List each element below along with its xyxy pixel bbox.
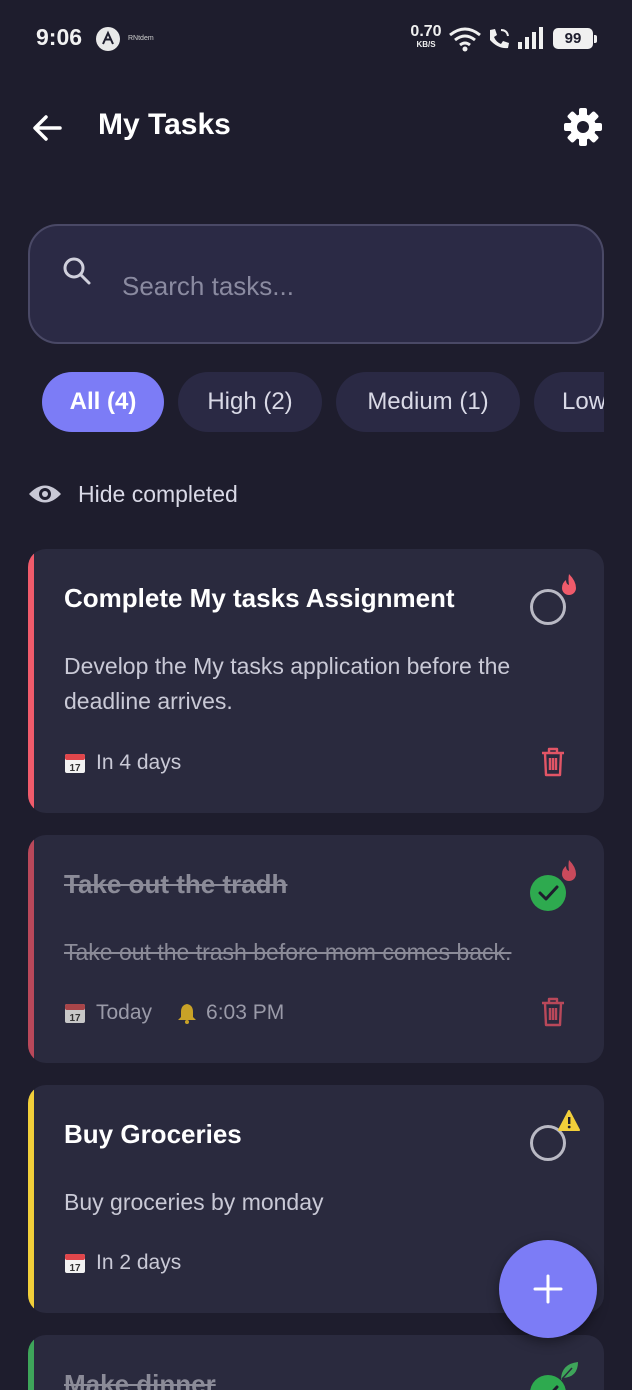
task-description: Take out the trash before mom comes back…	[64, 939, 512, 965]
svg-text:17: 17	[69, 1263, 81, 1274]
task-meta: 17 In 4 days	[64, 751, 181, 775]
network-speed: 0.70 KB/S	[408, 24, 444, 49]
task-due: Today	[96, 1001, 153, 1024]
wifi-icon	[448, 26, 482, 57]
page-title: My Tasks	[98, 108, 231, 141]
hide-completed-toggle[interactable]: Hide completed	[28, 476, 238, 512]
task-meta: 17 In 2 days	[64, 1251, 181, 1275]
svg-text:17: 17	[69, 1013, 81, 1024]
task-due: In 4 days	[96, 751, 182, 774]
network-speed-unit: KB/S	[416, 40, 436, 49]
flame-icon	[562, 574, 576, 595]
filter-chip-high[interactable]: High (2)	[178, 372, 322, 432]
priority-stripe	[28, 1335, 34, 1390]
task-title: Take out the tradh	[64, 869, 288, 899]
delete-button[interactable]	[540, 997, 566, 1027]
task-title: Buy Groceries	[64, 1119, 242, 1149]
task-card[interactable]: Take out the tradh Take out the trash be…	[28, 835, 604, 1063]
search-box[interactable]	[28, 224, 604, 344]
bell-icon	[178, 1004, 197, 1024]
arrow-left-icon	[33, 115, 62, 141]
status-small-text: RNtdem	[128, 35, 154, 42]
priority-stripe	[28, 549, 34, 813]
eye-icon	[29, 485, 61, 503]
task-title: Make dinner	[64, 1369, 216, 1390]
priority-stripe	[28, 1085, 34, 1313]
network-speed-value: 0.70	[410, 23, 442, 40]
warning-icon	[558, 1110, 580, 1131]
app-notification-icon	[96, 27, 120, 51]
filter-chip-all[interactable]: All (4)	[42, 372, 164, 432]
hide-completed-label: Hide completed	[78, 480, 238, 507]
filter-chip-medium[interactable]: Medium (1)	[336, 372, 520, 432]
leaf-icon	[561, 1362, 578, 1380]
back-button[interactable]	[28, 108, 68, 148]
priority-filter-chips: All (4) High (2) Medium (1) Low (1)	[28, 372, 604, 434]
flame-icon	[562, 860, 576, 881]
gear-icon	[564, 108, 602, 146]
add-task-button[interactable]	[499, 1240, 597, 1338]
priority-stripe	[28, 835, 34, 1063]
status-time: 9:06	[36, 24, 83, 50]
task-card[interactable]: Make dinner	[28, 1335, 604, 1390]
battery-icon: 99	[553, 28, 597, 49]
calendar-icon: 17	[65, 1254, 85, 1274]
calendar-icon: 17	[65, 754, 85, 774]
search-input[interactable]	[122, 266, 562, 306]
calendar-icon: 17	[65, 1004, 85, 1024]
task-reminder: 6:03 PM	[206, 1001, 285, 1024]
task-description: Develop the My tasks application before …	[64, 653, 511, 714]
task-card[interactable]: Complete My tasks Assignment Develop the…	[28, 549, 604, 813]
task-due: In 2 days	[96, 1251, 182, 1274]
task-description: Buy groceries by monday	[64, 1189, 324, 1215]
wifi-calling-icon	[486, 26, 512, 57]
filter-chip-low[interactable]: Low (1)	[534, 372, 604, 432]
task-title: Complete My tasks Assignment	[64, 583, 455, 613]
svg-text:17: 17	[69, 763, 81, 774]
signal-icon	[518, 27, 546, 54]
search-icon	[63, 257, 91, 285]
delete-button[interactable]	[540, 747, 566, 777]
status-bar: 9:06 RNtdem 0.70 KB/S 99	[0, 0, 632, 76]
plus-icon	[533, 1274, 563, 1304]
settings-button[interactable]	[562, 106, 604, 148]
task-meta: 17 Today 6:03 PM	[64, 1001, 284, 1025]
